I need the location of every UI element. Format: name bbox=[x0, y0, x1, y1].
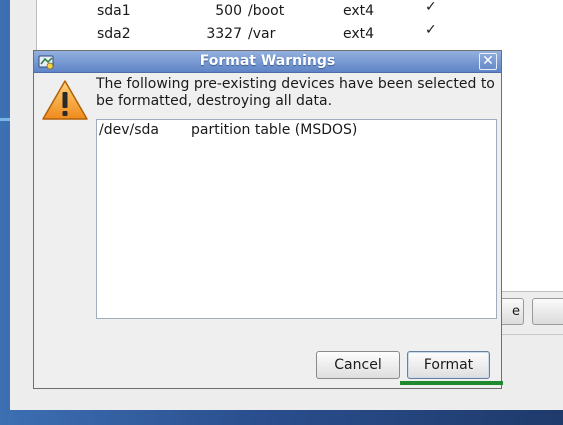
mount-cell: /boot bbox=[248, 3, 285, 19]
filesystem-cell: ext4 bbox=[343, 3, 375, 19]
filesystem-cell: ext4 bbox=[343, 26, 375, 42]
size-cell: 3327 bbox=[206, 26, 242, 42]
warning-message: The following pre-existing devices have … bbox=[96, 76, 495, 109]
dialog-titlebar[interactable]: Format Warnings ✕ bbox=[34, 51, 501, 73]
format-button[interactable]: Format bbox=[407, 351, 490, 379]
warning-icon bbox=[42, 80, 88, 120]
device-description: partition table (MSDOS) bbox=[191, 122, 358, 138]
close-icon: ✕ bbox=[482, 53, 494, 69]
device-cell: sda1 bbox=[97, 3, 131, 19]
cancel-button[interactable]: Cancel bbox=[316, 351, 400, 379]
table-row[interactable]: sda2 3327 /var ext4 ✓ bbox=[37, 22, 563, 46]
format-warnings-dialog: Format Warnings ✕ The following pre-exis… bbox=[33, 50, 503, 389]
size-cell: 500 bbox=[215, 3, 242, 19]
device-list[interactable]: /dev/sda partition table (MSDOS) bbox=[96, 119, 497, 319]
background-button-partial[interactable] bbox=[532, 298, 563, 325]
close-button[interactable]: ✕ bbox=[479, 53, 497, 70]
checkmark-icon: ✓ bbox=[425, 22, 437, 38]
focus-indicator bbox=[400, 381, 503, 385]
checkmark-icon: ✓ bbox=[425, 0, 437, 15]
dialog-title: Format Warnings bbox=[199, 53, 336, 69]
device-path: /dev/sda bbox=[99, 122, 159, 138]
device-cell: sda2 bbox=[97, 26, 131, 42]
table-row[interactable]: sda1 500 /boot ext4 ✓ bbox=[37, 0, 563, 23]
list-item[interactable]: /dev/sda partition table (MSDOS) bbox=[97, 122, 496, 140]
mount-cell: /var bbox=[248, 26, 276, 42]
